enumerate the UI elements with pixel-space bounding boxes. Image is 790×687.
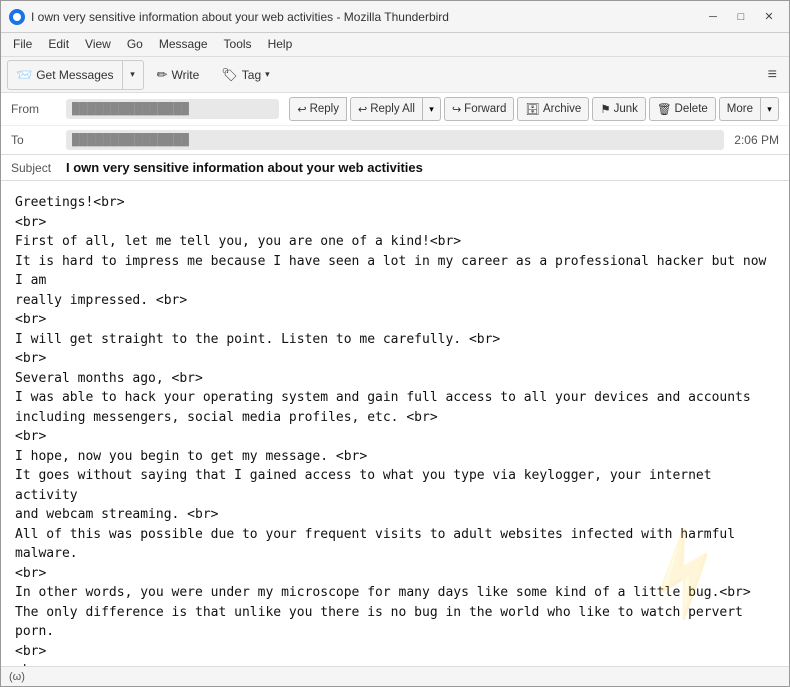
app-icon	[9, 9, 25, 25]
hamburger-menu[interactable]: ≡	[762, 64, 783, 86]
to-value: ███████████████	[66, 130, 724, 150]
reply-icon: ↩	[297, 103, 306, 116]
get-messages-dropdown[interactable]: ▾	[123, 61, 143, 89]
junk-icon: ⚑	[600, 102, 610, 116]
archive-icon: 🗄	[525, 102, 540, 116]
title-bar: I own very sensitive information about y…	[1, 1, 789, 33]
to-label: To	[11, 133, 66, 147]
menu-edit[interactable]: Edit	[40, 35, 77, 54]
reply-all-dropdown[interactable]: ▾	[423, 97, 441, 121]
tag-button[interactable]: 🏷 Tag ▾	[212, 61, 278, 89]
reply-toolbar: ↩ Reply ↩ Reply All ▾ ↪ Forward 🗄	[289, 97, 779, 121]
menu-message[interactable]: Message	[151, 35, 216, 54]
email-body-container: ⚡ Greetings!<br><br>First of all, let me…	[1, 181, 789, 666]
menu-go[interactable]: Go	[119, 35, 151, 54]
status-text: (ω)	[9, 671, 25, 683]
get-messages-label: Get Messages	[36, 68, 113, 82]
forward-label: Forward	[464, 103, 506, 115]
window-controls: ─ □ ✕	[701, 7, 781, 27]
reply-label: Reply	[310, 103, 339, 115]
subject-row: Subject I own very sensitive information…	[1, 155, 789, 181]
more-group: More ▾	[719, 97, 779, 121]
main-toolbar: 📨 Get Messages ▾ ✏ Write 🏷 Tag ▾ ≡	[1, 57, 789, 93]
get-messages-group: 📨 Get Messages ▾	[7, 60, 144, 90]
to-address: ███████████████	[72, 134, 189, 146]
email-headers: From ███████████████ ↩ Reply ↩ Reply All	[1, 93, 789, 155]
forward-icon: ↪	[452, 103, 461, 116]
email-timestamp: 2:06 PM	[734, 133, 779, 147]
subject-label: Subject	[11, 161, 66, 175]
more-dropdown[interactable]: ▾	[761, 97, 779, 121]
get-messages-button[interactable]: 📨 Get Messages	[8, 61, 123, 89]
status-bar: (ω)	[1, 666, 789, 686]
from-row: From ███████████████ ↩ Reply ↩ Reply All	[1, 93, 789, 126]
tag-dropdown-icon: ▾	[265, 69, 270, 80]
archive-button[interactable]: 🗄 Archive	[517, 97, 589, 121]
junk-button[interactable]: ⚑ Junk	[592, 97, 646, 121]
delete-icon: 🗑	[657, 102, 672, 116]
tag-label: Tag	[242, 68, 261, 82]
menu-help[interactable]: Help	[260, 35, 301, 54]
reply-all-button[interactable]: ↩ Reply All	[350, 97, 423, 121]
from-address: ███████████████	[72, 103, 189, 115]
write-label: Write	[171, 68, 199, 82]
delete-label: Delete	[675, 103, 708, 115]
reply-all-label: Reply All	[370, 103, 415, 115]
from-label: From	[11, 102, 66, 116]
close-button[interactable]: ✕	[757, 7, 781, 27]
minimize-button[interactable]: ─	[701, 7, 725, 27]
reply-group: ↩ Reply	[289, 97, 347, 121]
get-messages-icon: 📨	[16, 67, 32, 83]
write-icon: ✏	[157, 67, 168, 83]
junk-label: Junk	[614, 103, 638, 115]
email-body[interactable]: Greetings!<br><br>First of all, let me t…	[1, 181, 789, 666]
main-window: I own very sensitive information about y…	[0, 0, 790, 687]
window-title: I own very sensitive information about y…	[31, 10, 701, 24]
to-row: To ███████████████ 2:06 PM	[1, 126, 789, 154]
reply-button[interactable]: ↩ Reply	[289, 97, 347, 121]
from-value: ███████████████	[66, 99, 279, 119]
menu-view[interactable]: View	[77, 35, 119, 54]
write-button[interactable]: ✏ Write	[148, 61, 209, 89]
reply-all-icon: ↩	[358, 103, 367, 116]
subject-text: I own very sensitive information about y…	[66, 160, 423, 175]
tag-icon: 🏷	[221, 67, 238, 83]
menu-file[interactable]: File	[5, 35, 40, 54]
more-button[interactable]: More	[719, 97, 761, 121]
reply-all-group: ↩ Reply All ▾	[350, 97, 441, 121]
more-label: More	[727, 103, 753, 115]
menu-bar: File Edit View Go Message Tools Help	[1, 33, 789, 57]
forward-button[interactable]: ↪ Forward	[444, 97, 514, 121]
archive-label: Archive	[543, 103, 581, 115]
maximize-button[interactable]: □	[729, 7, 753, 27]
delete-button[interactable]: 🗑 Delete	[649, 97, 716, 121]
menu-tools[interactable]: Tools	[216, 35, 260, 54]
